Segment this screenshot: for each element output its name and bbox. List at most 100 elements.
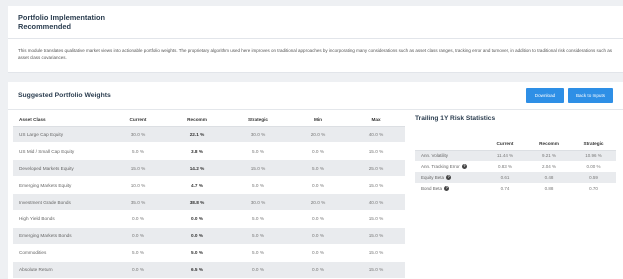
strategic-cell: 30.0 %	[227, 126, 289, 144]
min-cell: 20.0 %	[289, 193, 347, 211]
table-row: Ann. Volatility 11.44 % 9.21 % 10.96 %	[415, 150, 616, 161]
max-cell: 15.0 %	[347, 210, 405, 228]
table-row: Absolute Return 0.0 % 6.5 % 0.0 % 0.0 % 15.0 …	[13, 261, 405, 279]
column-header-max: Max	[347, 114, 405, 127]
strategic-cell: 10.96 %	[571, 150, 616, 161]
strategic-cell: 5.0 %	[227, 176, 289, 195]
min-cell: 0.0 %	[289, 176, 347, 195]
table-row: Emerging Markets Bonds 0.0 % 0.0 % 5.0 % 0.0…	[13, 227, 405, 245]
table-row: Equity Beta ? 0.61 0.48 0.59	[415, 172, 616, 183]
max-cell: 15.0 %	[347, 142, 405, 161]
table-row: Developed Markets Equity 15.0 % 14.2 % 15.0…	[13, 159, 405, 178]
recomm-cell: 2.04 %	[527, 161, 571, 172]
page-title-line2: Recommended	[18, 22, 71, 31]
recomm-cell: 0.88	[527, 183, 571, 194]
recomm-cell: 0.0 %	[167, 227, 227, 245]
back-to-inputs-button[interactable]: Back to Inputs	[568, 88, 613, 103]
column-header-recomm: Recomm	[167, 114, 227, 127]
max-cell: 25.0 %	[347, 159, 405, 178]
strategic-cell: 15.0 %	[227, 159, 289, 178]
download-button[interactable]: Download	[526, 88, 564, 103]
recomm-cell: 9.21 %	[527, 150, 571, 161]
current-cell: 0.83 %	[483, 161, 527, 172]
asset-class-cell: High Yield Bonds	[13, 210, 109, 228]
weights-panel: Suggested Portfolio Weights Download Bac…	[8, 82, 623, 279]
metric-label: Ann. Volatility	[421, 153, 449, 159]
max-cell: 40.0 %	[347, 193, 405, 211]
max-cell: 15.0 %	[347, 244, 405, 262]
metric-cell: Bond Beta ?	[415, 183, 483, 194]
min-cell: 0.0 %	[289, 227, 347, 245]
description-panel: This module translates qualitative marke…	[8, 39, 623, 73]
current-cell: 10.0 %	[109, 176, 167, 195]
current-cell: 0.74	[483, 183, 527, 194]
current-cell: 35.0 %	[109, 193, 167, 211]
current-cell: 15.0 %	[109, 159, 167, 178]
module-description: This module translates qualitative marke…	[18, 48, 612, 61]
strategic-cell: 5.0 %	[227, 227, 289, 245]
asset-class-cell: Emerging Markets Bonds	[13, 227, 109, 245]
strategic-cell: 5.0 %	[227, 244, 289, 262]
max-cell: 15.0 %	[347, 227, 405, 245]
min-cell: 20.0 %	[289, 126, 347, 144]
column-header-strategic: Strategic	[227, 114, 289, 127]
current-cell: 0.0 %	[109, 261, 167, 279]
metric-cell: Ann. Tracking Error ?	[415, 161, 483, 172]
risk-column-header-strategic: Strategic	[571, 138, 616, 151]
recomm-cell: 6.5 %	[167, 261, 227, 279]
recomm-cell: 5.0 %	[167, 244, 227, 262]
current-cell: 11.44 %	[483, 150, 527, 161]
strategic-cell: 0.59	[571, 172, 616, 183]
recomm-cell: 0.0 %	[167, 210, 227, 228]
risk-column-header-recomm: Recomm	[527, 138, 571, 151]
strategic-cell: 0.70	[571, 183, 616, 194]
current-cell: 5.0 %	[109, 142, 167, 161]
asset-class-cell: Commodities	[13, 244, 109, 262]
weights-header-row: Asset Class Current Recomm Strategic Min…	[13, 114, 405, 127]
min-cell: 5.0 %	[289, 159, 347, 178]
table-row: Emerging Markets Equity 10.0 % 4.7 % 5.0 % 0…	[13, 176, 405, 195]
current-cell: 0.61	[483, 172, 527, 183]
strategic-cell: 0.00 %	[571, 161, 616, 172]
strategic-cell: 30.0 %	[227, 193, 289, 211]
recomm-cell: 38.8 %	[167, 193, 227, 211]
weights-title: Suggested Portfolio Weights	[18, 92, 111, 99]
recomm-cell: 0.48	[527, 172, 571, 183]
asset-class-cell: Emerging Markets Equity	[13, 176, 109, 195]
recomm-cell: 3.8 %	[167, 142, 227, 161]
max-cell: 15.0 %	[347, 176, 405, 195]
metric-label: Ann. Tracking Error	[421, 163, 460, 169]
table-row: High Yield Bonds 0.0 % 0.0 % 5.0 % 0.0 % 15.0…	[13, 210, 405, 228]
recomm-cell: 22.1 %	[167, 126, 227, 144]
current-cell: 5.0 %	[109, 244, 167, 262]
risk-column-header-current: Current	[483, 138, 527, 151]
page-title: Portfolio Implementation Recommended	[18, 13, 105, 31]
metric-label: Equity Beta	[421, 174, 445, 180]
risk-column-header-metric	[415, 138, 483, 151]
help-icon[interactable]: ?	[446, 175, 452, 181]
asset-class-cell: Developed Markets Equity	[13, 159, 109, 178]
page-title-line1: Portfolio Implementation	[18, 13, 106, 22]
column-header-current: Current	[109, 114, 167, 127]
metric-cell: Equity Beta ?	[415, 172, 483, 183]
max-cell: 40.0 %	[347, 126, 405, 144]
metric-cell: Ann. Volatility	[415, 150, 483, 161]
asset-class-cell: US Large Cap Equity	[13, 126, 109, 144]
table-row: US Mid / Small Cap Equity 5.0 % 3.8 % 5.0 %…	[13, 142, 405, 161]
panel-divider	[8, 109, 623, 110]
current-cell: 0.0 %	[109, 227, 167, 245]
risk-stats-title: Trailing 1Y Risk Statistics	[415, 115, 496, 122]
strategic-cell: 0.0 %	[227, 261, 289, 279]
table-row: US Large Cap Equity 30.0 % 22.1 % 30.0 % 20.…	[13, 126, 405, 144]
min-cell: 0.0 %	[289, 210, 347, 228]
help-icon[interactable]: ?	[462, 164, 468, 170]
asset-class-cell: Investment Grade Bonds	[13, 193, 109, 211]
table-row: Commodities 5.0 % 5.0 % 5.0 % 0.0 % 15.0 %	[13, 244, 405, 262]
risk-header-row: Current Recomm Strategic	[415, 138, 616, 151]
recomm-cell: 4.7 %	[167, 176, 227, 195]
column-header-asset-class: Asset Class	[13, 114, 109, 127]
risk-stats-table: Current Recomm Strategic Ann. Volatility…	[415, 138, 616, 194]
help-icon[interactable]: ?	[444, 186, 450, 192]
weights-table: Asset Class Current Recomm Strategic Min…	[13, 114, 405, 279]
current-cell: 0.0 %	[109, 210, 167, 228]
